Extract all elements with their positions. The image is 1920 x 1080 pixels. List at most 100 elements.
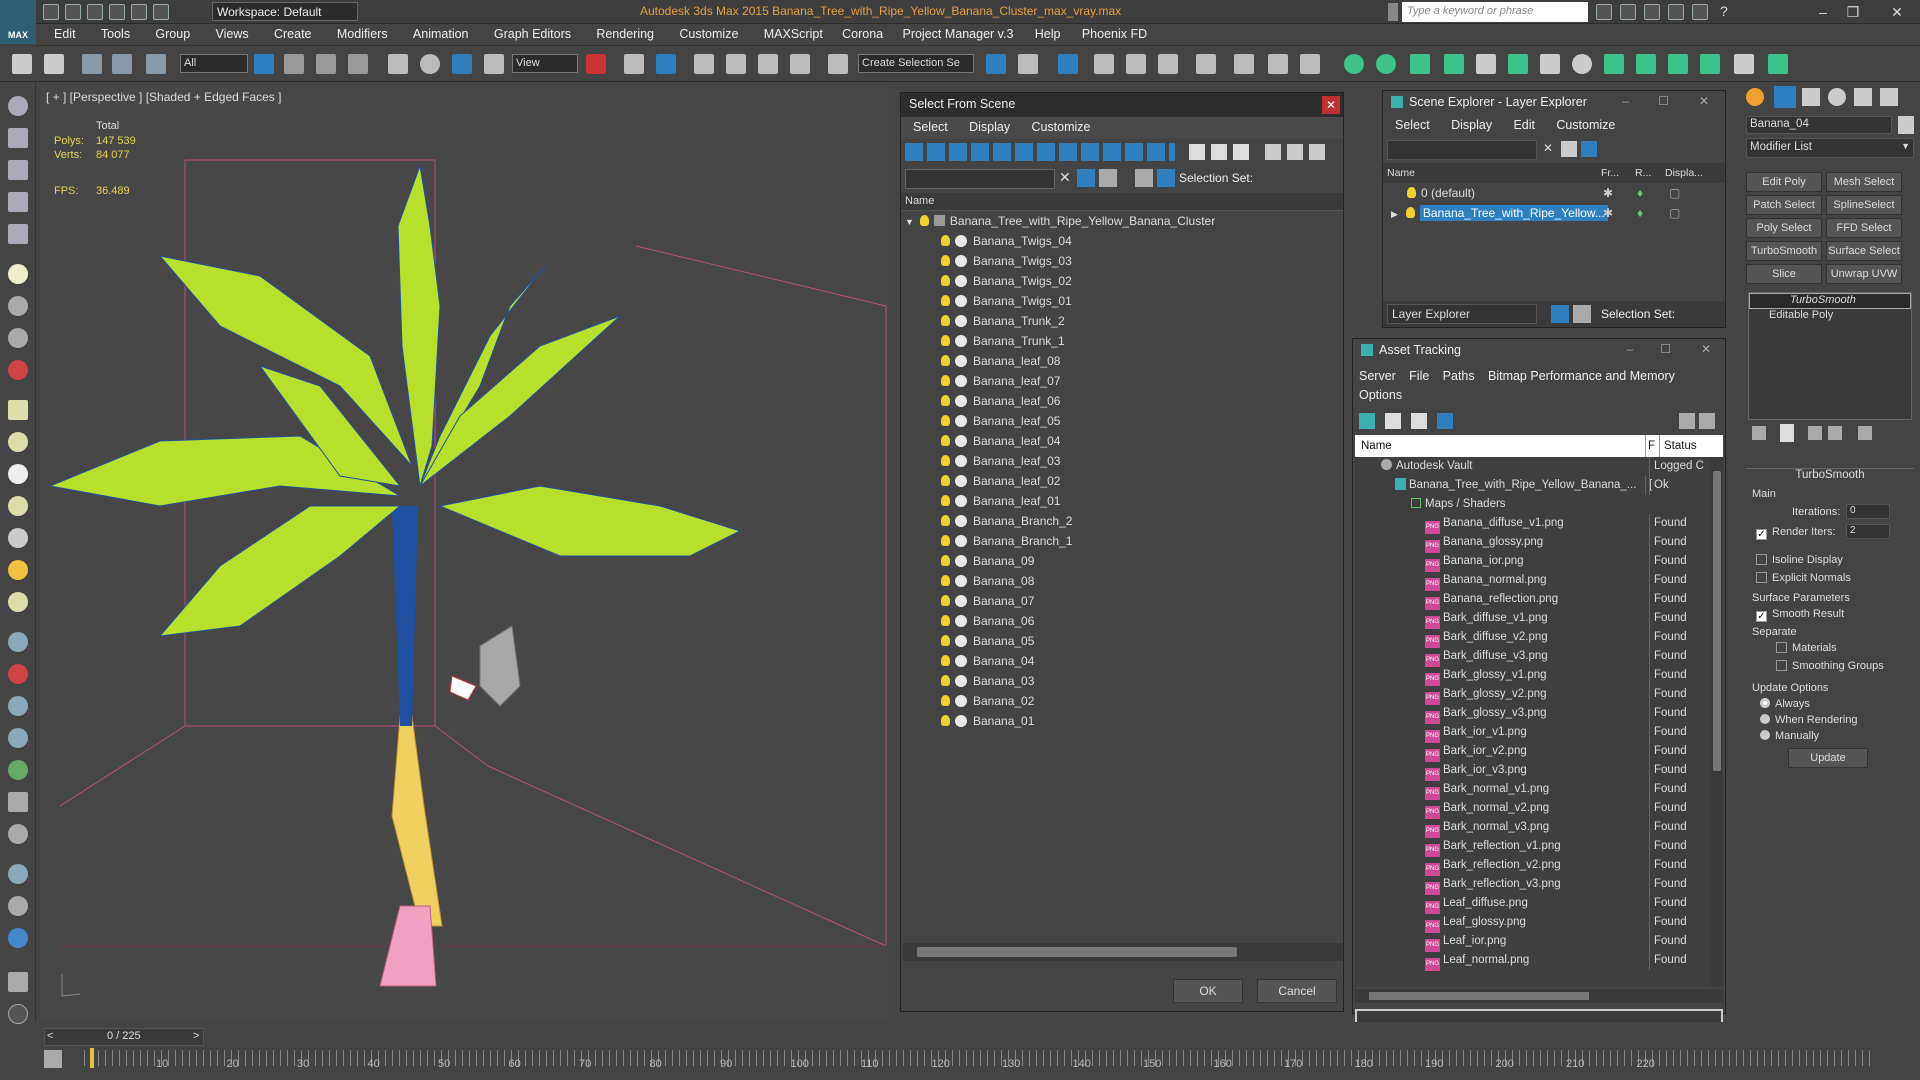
toolbar-icon-19[interactable] [8, 728, 28, 748]
mirror-icon[interactable] [986, 54, 1006, 74]
new-file-icon[interactable] [43, 4, 59, 20]
named-selection-dropdown[interactable]: Create Selection Se [858, 54, 974, 73]
asset-row[interactable]: PNG Leaf_normal.png Found [1355, 951, 1723, 971]
name-column-header[interactable]: Name [901, 193, 1343, 211]
make-unique-icon[interactable] [1808, 426, 1822, 440]
bulb-icon[interactable] [941, 255, 950, 266]
bulb-icon[interactable] [941, 415, 950, 426]
scene-object-row[interactable]: Banana_05 [905, 631, 1343, 651]
scene-object-row[interactable]: Banana_Branch_2 [905, 511, 1343, 531]
find-icon[interactable] [1561, 141, 1577, 157]
dome-light-icon[interactable] [1636, 54, 1656, 74]
iterations-spinner[interactable]: 0 [1846, 504, 1890, 519]
vault-row[interactable]: Autodesk Vault Logged C [1355, 457, 1723, 476]
hf-icon[interactable] [8, 792, 28, 812]
scene-object-row[interactable]: Banana_04 [905, 651, 1343, 671]
surface-select-button[interactable]: Surface Select [1826, 241, 1902, 261]
toggle-scene-explorer-icon[interactable] [1058, 54, 1078, 74]
asset-row[interactable]: PNG Banana_reflection.png Found [1355, 590, 1723, 610]
spinner-snap-icon[interactable] [790, 54, 810, 74]
asset-row[interactable]: PNG Bark_normal_v2.png Found [1355, 799, 1723, 819]
bulb-icon[interactable] [941, 435, 950, 446]
object-name-field[interactable]: Banana_04 [1746, 116, 1892, 134]
toolbar-icon-17[interactable] [8, 664, 28, 684]
prev-frame-icon[interactable]: < [47, 1030, 53, 1042]
bulb-icon[interactable] [941, 655, 950, 666]
menu-display[interactable]: Display [1451, 118, 1492, 132]
asset-row[interactable]: PNG Bark_reflection_v1.png Found [1355, 837, 1723, 857]
menu-views[interactable]: Views [216, 24, 249, 44]
menu-edit[interactable]: Edit [1513, 118, 1535, 132]
toolbar-icon-22[interactable] [8, 824, 28, 844]
close-button[interactable]: ✕ [1882, 2, 1912, 22]
smoothing-groups-checkbox[interactable] [1776, 660, 1787, 671]
search-collapse-icon[interactable] [1388, 3, 1398, 21]
toolbar-icon-3[interactable] [8, 160, 28, 180]
undo-icon[interactable] [12, 54, 32, 74]
edit-poly-button[interactable]: Edit Poly [1746, 172, 1822, 192]
settings-icon[interactable] [1699, 413, 1715, 429]
toolbar-icon-7[interactable] [8, 296, 28, 316]
menu-maxscript[interactable]: MAXScript [764, 24, 823, 44]
asset-row[interactable]: PNG Banana_ior.png Found [1355, 552, 1723, 572]
menu-tools[interactable]: Tools [101, 24, 130, 44]
infinite-plane-icon[interactable] [1734, 54, 1754, 74]
refresh-icon[interactable] [1572, 54, 1592, 74]
next-frame-icon[interactable]: > [193, 1030, 199, 1042]
configure-modifier-sets-icon[interactable] [1858, 426, 1872, 440]
sphere-icon[interactable] [1540, 54, 1560, 74]
asset-row[interactable]: PNG Bark_ior_v3.png Found [1355, 761, 1723, 781]
menu-customize[interactable]: Customize [1556, 118, 1615, 132]
box-icon[interactable] [8, 400, 28, 420]
bulb-icon[interactable] [919, 215, 929, 226]
scrollbar-thumb[interactable] [1369, 992, 1589, 1000]
display-icon[interactable]: ▢ [1669, 183, 1680, 203]
scene-object-row[interactable]: Banana_Trunk_1 [905, 331, 1343, 351]
keyboard-shortcut-override-icon[interactable] [656, 54, 676, 74]
layer-icon[interactable] [1581, 141, 1597, 157]
track-bar[interactable] [84, 1050, 1874, 1066]
scene-object-row[interactable]: Banana_leaf_01 [905, 491, 1343, 511]
scrollbar-thumb[interactable] [917, 947, 1237, 957]
project-folder-icon[interactable] [153, 4, 169, 20]
select-by-name-icon[interactable] [284, 54, 304, 74]
scene-object-row[interactable]: Banana_leaf_03 [905, 451, 1343, 471]
slice-button[interactable]: Slice [1746, 264, 1822, 284]
menu-edit[interactable]: Edit [54, 24, 76, 44]
bulb-icon[interactable] [941, 555, 950, 566]
layer-row-default[interactable]: 0 (default) ✱ ♦ ▢ [1383, 183, 1725, 203]
maximize-button[interactable]: ☐ [1658, 94, 1669, 108]
app-logo[interactable]: MAX [0, 0, 36, 44]
page-icon[interactable] [1189, 144, 1205, 160]
col-status[interactable]: Status [1659, 435, 1697, 457]
find-options-icon[interactable] [1099, 169, 1117, 187]
select-manipulate-icon[interactable] [624, 54, 644, 74]
scene-object-row[interactable]: Banana_Twigs_03 [905, 251, 1343, 271]
explicit-normals-checkbox[interactable] [1756, 572, 1767, 583]
bulb-icon[interactable] [1768, 54, 1788, 74]
save-file-icon[interactable] [87, 4, 103, 20]
horizontal-scrollbar[interactable] [1355, 989, 1723, 1003]
col-name[interactable]: Name [1387, 167, 1415, 179]
proxy-icon[interactable] [1410, 54, 1430, 74]
minimize-button[interactable]: – [1622, 94, 1629, 108]
stack-item-editable-poly[interactable]: Editable Poly [1749, 309, 1911, 325]
asset-row[interactable]: PNG Bark_ior_v2.png Found [1355, 742, 1723, 762]
scene-object-row[interactable]: Banana_03 [905, 671, 1343, 691]
minimize-button[interactable]: – [1808, 2, 1838, 22]
user-icon[interactable] [1644, 4, 1660, 20]
scene-object-row[interactable]: Banana_leaf_07 [905, 371, 1343, 391]
toolbar-icon-5[interactable] [8, 224, 28, 244]
scene-object-row[interactable]: Banana_01 [905, 711, 1343, 731]
freeze-icon[interactable]: ✱ [1603, 183, 1613, 203]
scene-object-row[interactable]: Banana_08 [905, 571, 1343, 591]
help-icon[interactable]: ? [1720, 3, 1728, 19]
filter-icons[interactable] [905, 143, 1175, 161]
col-display[interactable]: Displa... [1665, 167, 1703, 179]
scene-object-row[interactable]: Banana_09 [905, 551, 1343, 571]
bulb-icon[interactable] [941, 535, 950, 546]
smooth-result-checkbox[interactable]: ✓ [1756, 611, 1767, 622]
horizontal-scrollbar[interactable] [903, 943, 1343, 961]
time-slider[interactable]: < 0 / 225 > [44, 1028, 204, 1046]
help-search-input[interactable]: Type a keyword or phrase [1402, 2, 1588, 22]
